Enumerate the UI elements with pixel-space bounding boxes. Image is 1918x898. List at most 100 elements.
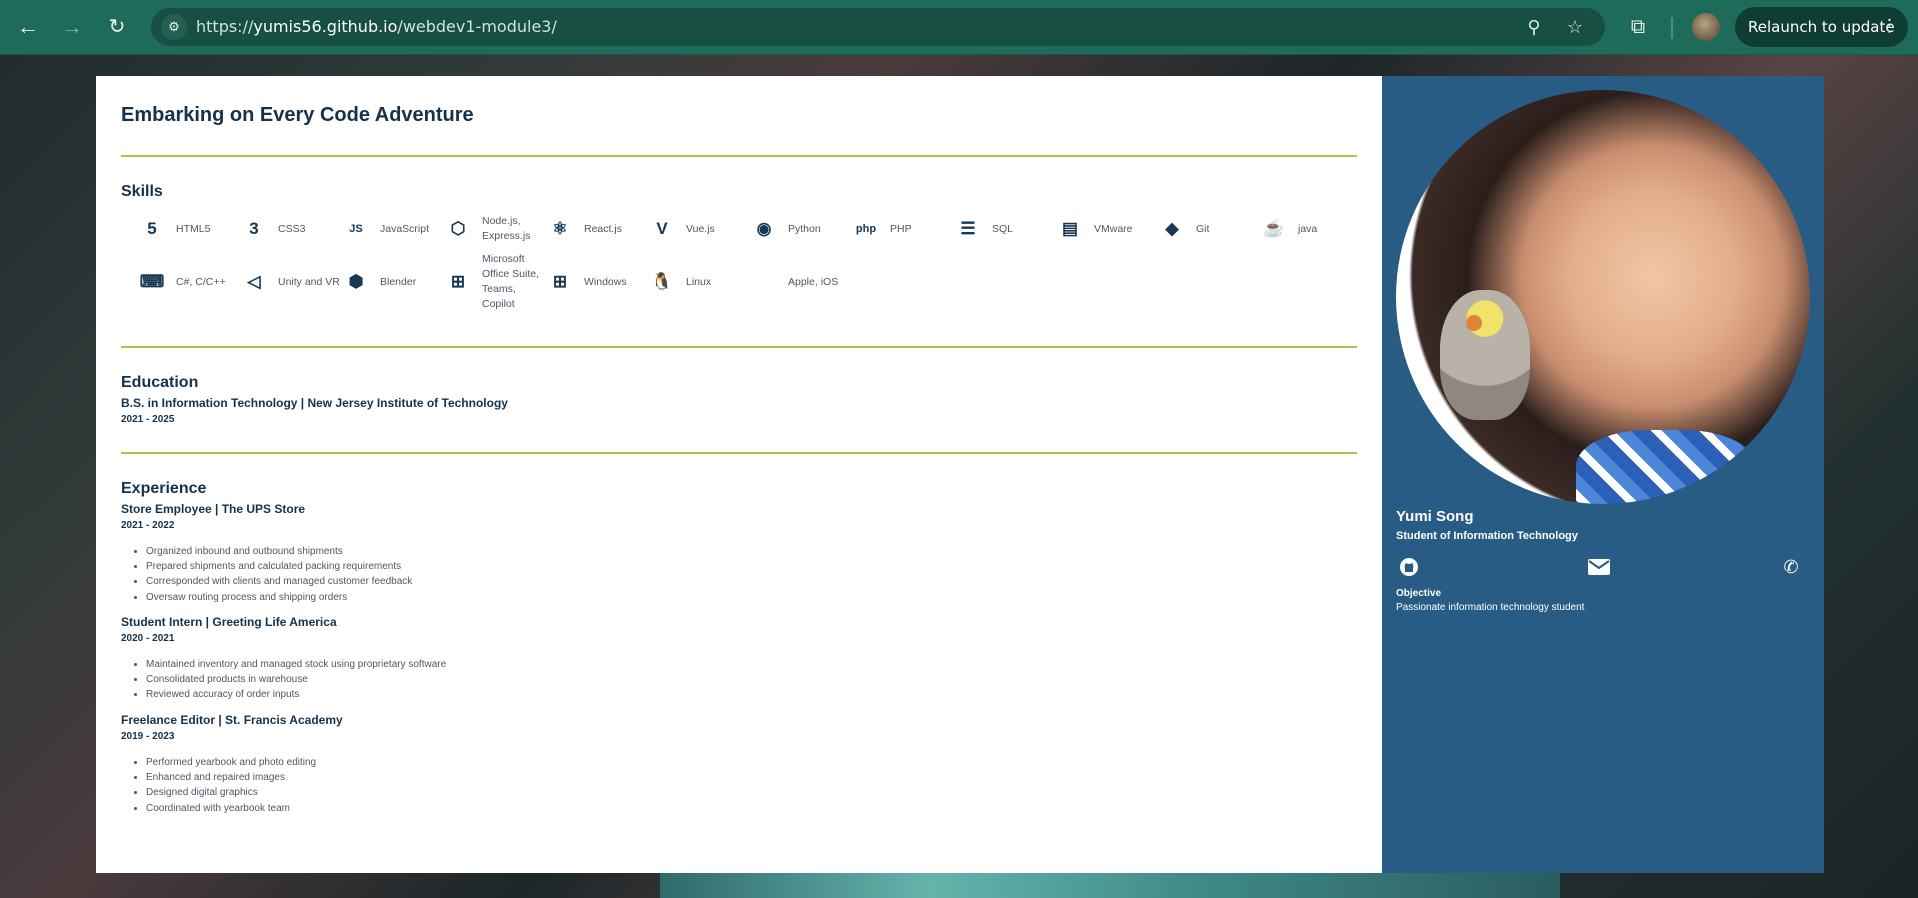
skill-item: Apple, iOS: [752, 262, 852, 302]
skill-item: JS JavaScript: [344, 209, 444, 249]
skill-label: HTML5: [176, 222, 211, 235]
skill-item: ⬢ Blender: [344, 262, 444, 302]
duty-item: Designed digital graphics: [146, 785, 316, 800]
skill-label: Apple, iOS: [788, 275, 839, 288]
skill-item: ☕ java: [1262, 209, 1362, 249]
linux-icon: 🐧: [651, 272, 673, 291]
cube-icon: ⬢: [348, 272, 364, 291]
job-duties: Performed yearbook and photo editing Enh…: [146, 755, 316, 816]
skill-label: Unity and VR: [278, 275, 340, 288]
vue-icon: V: [656, 219, 668, 238]
duty-item: Prepared shipments and calculated packin…: [146, 559, 412, 574]
duty-item: Performed yearbook and photo editing: [146, 755, 316, 770]
phone-icon[interactable]: ✆: [1778, 554, 1804, 580]
skill-item: ⬡ Node.js, Express.js: [446, 209, 546, 249]
bookmark-star-icon[interactable]: ☆: [1563, 15, 1587, 39]
back-icon[interactable]: ←: [13, 12, 43, 42]
duty-item: Coordinated with yearbook team: [146, 801, 316, 816]
profile-sidebar: Yumi Song Student of Information Technol…: [1382, 76, 1824, 873]
windows-icon: ⊞: [552, 272, 568, 291]
react-icon: ⚛: [552, 219, 568, 238]
skill-item: php PHP: [854, 209, 954, 249]
resume-card: Embarking on Every Code Adventure Skills…: [96, 76, 1824, 873]
objective-heading: Objective: [1396, 588, 1442, 599]
skill-item: ◁ Unity and VR: [242, 262, 342, 302]
more-menu-icon[interactable]: ⋮: [1881, 16, 1898, 36]
job-dates: 2021 - 2022: [121, 520, 175, 531]
skill-item: 5 HTML5: [140, 209, 240, 249]
skill-label: Vue.js: [686, 222, 715, 235]
section-divider: [121, 452, 1357, 454]
skill-label: React.js: [584, 222, 622, 235]
git-icon: ◆: [1165, 219, 1179, 238]
skill-label: Windows: [584, 275, 627, 288]
skill-label: java: [1298, 222, 1318, 235]
objective-text: Passionate information technology studen…: [1396, 602, 1585, 613]
skill-item: 3 CSS3: [242, 209, 342, 249]
job-dates: 2020 - 2021: [121, 633, 175, 644]
profile-name: Yumi Song: [1396, 508, 1474, 525]
server-icon: ▤: [1061, 219, 1079, 238]
job-duties: Maintained inventory and managed stock u…: [146, 657, 446, 703]
skill-item: V Vue.js: [650, 209, 750, 249]
duty-item: Reviewed accuracy of order inputs: [146, 687, 446, 702]
reload-icon[interactable]: ↻: [102, 12, 132, 42]
forward-icon[interactable]: →: [57, 12, 87, 42]
php-icon: php: [855, 223, 877, 235]
java-icon: ☕: [1263, 219, 1285, 238]
javascript-icon: JS: [349, 223, 363, 235]
site-info-icon[interactable]: ⚙: [161, 14, 187, 40]
skill-label: PHP: [890, 222, 912, 235]
skill-item: ◆ Git: [1160, 209, 1260, 249]
cockatiel-cheek: [1466, 315, 1482, 331]
extensions-icon[interactable]: ⧉: [1624, 13, 1652, 41]
skill-label: Python: [788, 222, 821, 235]
duty-item: Organized inbound and outbound shipments: [146, 544, 412, 559]
python-icon: ◉: [756, 219, 772, 238]
skill-label: Microsoft Office Suite, Teams, Copilot: [482, 253, 540, 310]
skill-item: ⌨ C#, C/C++: [140, 262, 240, 302]
skill-label: Blender: [380, 275, 417, 288]
profile-photo: [1396, 90, 1810, 504]
duty-item: Consolidated products in warehouse: [146, 672, 446, 687]
html5-icon: 5: [147, 219, 157, 238]
duty-item: Oversaw routing process and shipping ord…: [146, 590, 412, 605]
job-title: Student Intern | Greeting Life America: [121, 615, 337, 629]
unity-icon: ◁: [247, 272, 261, 291]
nodejs-icon: ⬡: [450, 219, 466, 238]
github-icon[interactable]: [1396, 554, 1422, 580]
education-heading: Education: [121, 374, 199, 391]
duty-item: Corresponded with clients and managed cu…: [146, 574, 412, 589]
blouse-pattern: [1576, 430, 1756, 504]
url-text[interactable]: https://yumis56.github.io/webdev1-module…: [196, 17, 557, 36]
skill-item: ☰ SQL: [956, 209, 1056, 249]
resume-main: Embarking on Every Code Adventure Skills…: [96, 76, 1382, 873]
degree-title: B.S. in Information Technology | New Jer…: [121, 396, 508, 410]
laptop-code-icon: ⌨: [139, 272, 165, 291]
profile-role: Student of Information Technology: [1396, 530, 1578, 542]
skill-label: Linux: [686, 275, 712, 288]
browser-toolbar: ← → ↻ ⚙ https://yumis56.github.io/webdev…: [0, 0, 1918, 55]
job-duties: Organized inbound and outbound shipments…: [146, 544, 412, 605]
section-divider: [121, 346, 1357, 348]
address-bar[interactable]: ⚙ https://yumis56.github.io/webdev1-modu…: [151, 8, 1605, 46]
job-dates: 2019 - 2023: [121, 731, 175, 742]
education-dates: 2021 - 2025: [121, 414, 175, 425]
zoom-icon[interactable]: ⚲: [1522, 15, 1546, 39]
skill-item: ▤ VMware: [1058, 209, 1158, 249]
skill-label: C#, C/C++: [176, 275, 226, 288]
skill-item: ◉ Python: [752, 209, 852, 249]
skills-heading: Skills: [121, 183, 163, 200]
microsoft-icon: ⊞: [450, 272, 466, 291]
database-icon: ☰: [960, 219, 976, 238]
job-title: Freelance Editor | St. Francis Academy: [121, 713, 343, 727]
relaunch-button[interactable]: Relaunch to update ⋮: [1735, 7, 1908, 47]
skill-label: CSS3: [278, 222, 306, 235]
skill-label: Git: [1196, 222, 1210, 235]
skill-item: 🐧 Linux: [650, 262, 750, 302]
css3-icon: 3: [249, 219, 259, 238]
profile-avatar[interactable]: [1692, 13, 1720, 41]
apple-icon: [752, 270, 776, 294]
email-icon[interactable]: [1586, 554, 1612, 580]
duty-item: Maintained inventory and managed stock u…: [146, 657, 446, 672]
